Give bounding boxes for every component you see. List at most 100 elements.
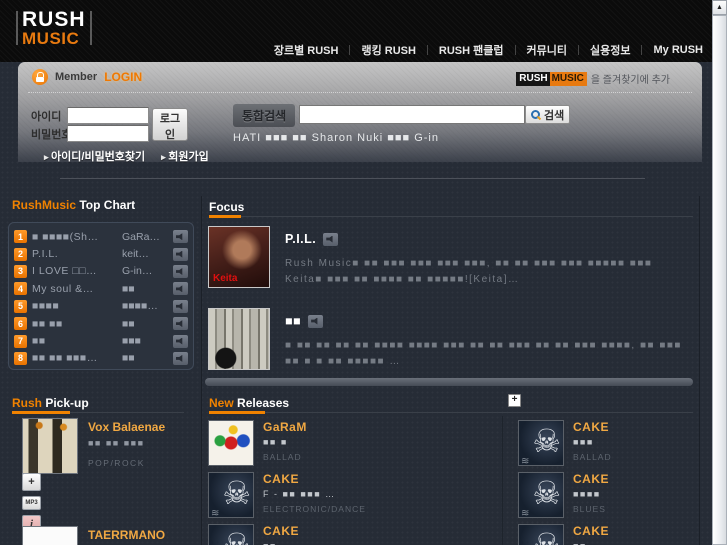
release-title[interactable]: CAKE xyxy=(573,524,609,538)
site-logo[interactable]: RUSH MUSIC xyxy=(12,9,96,47)
underline-accent xyxy=(209,411,265,414)
nav-ranking-rush[interactable]: 랭킹 RUSH xyxy=(361,42,415,58)
member-search-panel: Member LOGIN RUSH MUSIC 을 즐겨찾기에 추가 아이디 비… xyxy=(18,62,702,164)
fav-badge-rush: RUSH xyxy=(516,71,550,86)
focus-item-title[interactable]: P.I.L. xyxy=(285,232,316,246)
focus-photo-keita[interactable]: Keita xyxy=(208,226,270,288)
search-input[interactable] xyxy=(299,105,525,124)
nav-divider xyxy=(349,45,351,55)
new-releases-underline xyxy=(209,411,693,414)
album-art-skull[interactable] xyxy=(208,524,254,545)
album-art-vox-balaenae[interactable] xyxy=(22,418,78,474)
focus-photo-library[interactable] xyxy=(208,308,270,370)
more-button[interactable]: + xyxy=(508,394,521,407)
nav-fanclub[interactable]: RUSH 팬클럽 xyxy=(439,42,504,58)
top-chart-title-accent: RushMusic xyxy=(12,198,77,212)
track-artist: ■■ xyxy=(122,282,135,295)
speaker-icon[interactable] xyxy=(173,230,188,244)
new-releases-grid: GaRaM ■■ ■ BALLAD CAKE ■■■ BALLAD CAKE F… xyxy=(205,420,697,545)
search-button[interactable]: 검색 xyxy=(525,105,571,124)
nav-community[interactable]: 커뮤니티 xyxy=(527,42,567,58)
member-label: Member xyxy=(55,71,98,83)
pickup-underline xyxy=(12,411,184,414)
album-title[interactable]: TAERRMANO xyxy=(88,528,194,542)
release-title[interactable]: CAKE xyxy=(263,524,299,538)
nav-my-rush[interactable]: My RUSH xyxy=(653,44,703,56)
id-field[interactable] xyxy=(67,107,149,124)
speaker-icon[interactable] xyxy=(173,282,188,296)
column-divider xyxy=(699,196,700,545)
chart-row[interactable]: 1 ■ ■■■■(Sh… GaRa… xyxy=(9,228,193,245)
chart-row[interactable]: 7 ■■ ■■■ xyxy=(9,332,193,349)
nav-genre-rush[interactable]: 장르별 RUSH xyxy=(274,42,339,58)
search-button-label: 검색 xyxy=(544,109,565,122)
rank-badge: 1 xyxy=(14,230,27,244)
login-button[interactable]: 로그인 xyxy=(152,108,188,141)
lock-icon xyxy=(32,69,48,85)
underline-accent xyxy=(209,215,241,218)
chart-row[interactable]: 3 I LOVE □□… G-in… xyxy=(9,263,193,280)
album-art-skull[interactable] xyxy=(518,524,564,545)
nav-useful-info[interactable]: 실용정보 xyxy=(590,42,630,58)
vertical-scrollbar[interactable]: ▲ xyxy=(712,0,727,545)
pickup-info: TAERRMANO xyxy=(88,528,194,542)
album-art-skull[interactable] xyxy=(208,472,254,518)
release-title[interactable]: CAKE xyxy=(573,420,612,434)
scroll-up-arrow-icon[interactable]: ▲ xyxy=(712,0,727,15)
speaker-icon[interactable] xyxy=(173,317,188,331)
track-artist: ■■■ xyxy=(122,335,142,348)
chart-row[interactable]: 8 ■■ ■■ ■■■… ■■ xyxy=(9,350,193,367)
release-info: CAKE ■■■■ BLUES xyxy=(573,472,609,514)
horizontal-rule xyxy=(60,178,645,179)
focus-title-row: ■■ xyxy=(285,314,324,328)
rank-badge: 8 xyxy=(14,351,27,365)
chart-row[interactable]: 6 ■■ ■■ ■■ xyxy=(9,315,193,332)
release-genre: BALLAD xyxy=(263,452,302,462)
album-art-cartoon[interactable] xyxy=(208,420,254,466)
track-title: ■■ ■■ ■■■… xyxy=(32,352,98,365)
album-art-taerrmano[interactable] xyxy=(22,526,78,545)
speaker-icon[interactable] xyxy=(308,314,324,328)
speaker-icon[interactable] xyxy=(173,351,188,365)
search-label: 통합검색 xyxy=(233,104,296,127)
speaker-icon[interactable] xyxy=(173,334,188,348)
release-title[interactable]: CAKE xyxy=(263,472,366,486)
main-nav: 장르별 RUSH 랭킹 RUSH RUSH 팬클럽 커뮤니티 실용정보 My R… xyxy=(274,42,703,58)
release-item: CAKE ■■ xyxy=(205,524,515,545)
release-item: CAKE ■■■■ BLUES xyxy=(515,472,697,524)
speaker-icon[interactable] xyxy=(173,299,188,313)
add-button[interactable]: + xyxy=(22,473,41,491)
focus-item-desc: ■ ■■ ■■ ■■ ■■ ■■■■ ■■■■ ■■■ ■■ ■■ ■■■ ■■… xyxy=(285,340,682,367)
release-subtitle: ■■ xyxy=(573,541,609,545)
member-login-row: Member LOGIN xyxy=(32,69,142,85)
hot-artists-line[interactable]: HATI ■■■ ■■ Sharon Nuki ■■■ G-in xyxy=(233,132,533,144)
release-title[interactable]: CAKE xyxy=(573,472,609,486)
password-field[interactable] xyxy=(67,125,149,142)
pickup-info: Vox Balaenae ■■ ■■ ■■■ POP/ROCK xyxy=(88,420,194,468)
speaker-icon[interactable] xyxy=(323,232,339,246)
focus-item-title[interactable]: ■■ xyxy=(285,314,301,328)
album-art-skull[interactable] xyxy=(518,472,564,518)
section-divider-bar xyxy=(205,378,693,386)
speaker-icon[interactable] xyxy=(173,247,188,261)
album-title[interactable]: Vox Balaenae xyxy=(88,420,194,434)
scrollbar-thumb[interactable] xyxy=(712,15,727,545)
password-label: 비밀번호 xyxy=(31,129,72,141)
join-link[interactable]: 회원가입 xyxy=(161,148,209,164)
chart-row[interactable]: 2 P.I.L. keit… xyxy=(9,245,193,262)
chart-row[interactable]: 5 ■■■■ ■■■■… xyxy=(9,298,193,315)
release-genre: BALLAD xyxy=(573,452,612,462)
album-art-skull[interactable] xyxy=(518,420,564,466)
fav-text: 을 즐겨찾기에 추가 xyxy=(590,75,670,86)
release-item: CAKE F - ■■ ■■■ … ELECTRONIC/DANCE xyxy=(205,472,515,524)
release-genre: BLUES xyxy=(573,504,606,514)
rank-badge: 4 xyxy=(14,282,27,296)
chart-row[interactable]: 4 My soul &… ■■ xyxy=(9,280,193,297)
new-releases-header: New Releases xyxy=(209,396,289,410)
release-subtitle: ■■■ xyxy=(573,437,594,447)
release-title[interactable]: GaRaM xyxy=(263,420,307,434)
find-id-password-link[interactable]: 아이디/비밀번호찾기 xyxy=(44,148,145,164)
add-favorite-link[interactable]: RUSH MUSIC 을 즐겨찾기에 추가 xyxy=(516,71,670,86)
mp3-button[interactable]: MP3 xyxy=(22,496,41,510)
speaker-icon[interactable] xyxy=(173,264,188,278)
